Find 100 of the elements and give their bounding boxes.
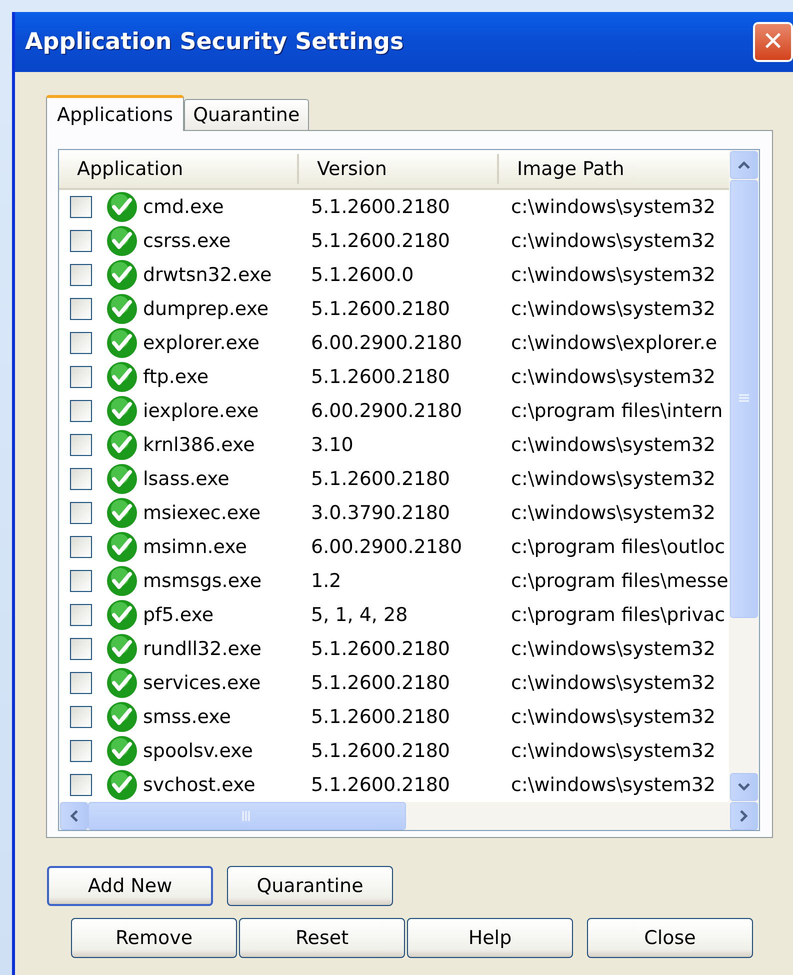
checkbox[interactable] <box>70 332 92 354</box>
checkbox[interactable] <box>70 468 92 490</box>
check-icon <box>106 769 138 801</box>
dialog-button[interactable]: Reset <box>239 918 405 958</box>
scroll-thumb[interactable] <box>730 180 758 618</box>
check-icon <box>106 633 138 665</box>
version-cell-text: 5.1.2600.2180 <box>310 298 452 320</box>
checkbox[interactable] <box>70 774 92 796</box>
version-cell-text: 5.1.2600.2180 <box>310 366 452 388</box>
version-cell-text: 6.00.2900.2180 <box>310 332 464 354</box>
path-cell-text: c:\program files\intern <box>510 400 724 422</box>
application-name: spoolsv.exe <box>143 740 253 762</box>
check-icon <box>106 395 138 427</box>
window-title: Application Security Settings <box>25 29 404 55</box>
check-icon <box>106 429 138 461</box>
column-header[interactable]: Application <box>59 154 299 184</box>
application-name: smss.exe <box>143 706 231 728</box>
tab[interactable]: Applications <box>46 95 184 131</box>
version-cell-text: 3.10 <box>310 434 354 456</box>
version-cell-text: 3.0.3790.2180 <box>310 502 452 524</box>
dialog-button[interactable]: Help <box>407 918 573 958</box>
vertical-scrollbar[interactable] <box>729 150 759 802</box>
scroll-up-icon[interactable] <box>730 151 758 179</box>
check-icon <box>106 293 138 325</box>
application-name: pf5.exe <box>143 604 214 626</box>
horizontal-scrollbar[interactable] <box>59 802 759 830</box>
check-icon <box>106 599 138 631</box>
check-icon <box>106 463 138 495</box>
application-name: cmd.exe <box>143 196 224 218</box>
application-name: csrss.exe <box>143 230 231 252</box>
application-name: lsass.exe <box>143 468 230 490</box>
path-cell-text: c:\windows\system32 <box>510 196 717 218</box>
path-cell-text: c:\windows\system32 <box>510 434 717 456</box>
checkbox[interactable] <box>70 434 92 456</box>
path-cell-text: c:\windows\system32 <box>510 672 717 694</box>
version-cell-text: 5, 1, 4, 28 <box>310 604 409 626</box>
path-cell-text: c:\program files\privac <box>510 604 726 626</box>
tab[interactable]: Quarantine <box>184 99 309 130</box>
check-icon <box>106 259 138 291</box>
check-icon <box>106 361 138 393</box>
check-icon <box>106 225 138 257</box>
application-name: svchost.exe <box>143 774 256 796</box>
path-cell-text: c:\windows\system32 <box>510 502 717 524</box>
scroll-left-icon[interactable] <box>60 802 88 830</box>
checkbox[interactable] <box>70 672 92 694</box>
path-cell-text: c:\windows\system32 <box>510 264 717 286</box>
checkbox[interactable] <box>70 366 92 388</box>
application-name: dumprep.exe <box>143 298 269 320</box>
version-cell-text: 6.00.2900.2180 <box>310 400 464 422</box>
path-cell-text: c:\windows\system32 <box>510 706 717 728</box>
version-cell-text: 5.1.2600.2180 <box>310 638 452 660</box>
path-cell-text: c:\windows\system32 <box>510 366 717 388</box>
application-name: drwtsn32.exe <box>143 264 272 286</box>
path-cell-text: c:\windows\system32 <box>510 638 717 660</box>
checkbox[interactable] <box>70 740 92 762</box>
checkbox[interactable] <box>70 196 92 218</box>
dialog-button[interactable]: Remove <box>71 918 237 958</box>
application-name: msmsgs.exe <box>143 570 262 592</box>
check-icon <box>106 497 138 529</box>
path-cell-text: c:\windows\system32 <box>510 230 717 252</box>
path-cell-text: c:\windows\explorer.e <box>510 332 718 354</box>
path-cell-text: c:\windows\system32 <box>510 774 717 796</box>
scroll-right-icon[interactable] <box>730 802 758 830</box>
application-name: krnl386.exe <box>143 434 255 456</box>
check-icon <box>106 565 138 597</box>
dialog-button[interactable]: Add New <box>47 866 213 906</box>
checkbox[interactable] <box>70 570 92 592</box>
scroll-down-icon[interactable] <box>730 773 758 801</box>
check-icon <box>106 531 138 563</box>
checkbox[interactable] <box>70 604 92 626</box>
column-header[interactable]: Image Path <box>499 154 729 184</box>
version-cell-text: 5.1.2600.2180 <box>310 230 452 252</box>
path-cell-text: c:\program files\outloc <box>510 536 726 558</box>
version-cell-text: 5.1.2600.2180 <box>310 468 452 490</box>
application-name: iexplore.exe <box>143 400 259 422</box>
application-name: explorer.exe <box>143 332 260 354</box>
application-name: rundll32.exe <box>143 638 262 660</box>
version-cell-text: 5.1.2600.2180 <box>310 196 452 218</box>
path-cell-text: c:\windows\system32 <box>510 740 717 762</box>
version-cell-text: 5.1.2600.2180 <box>310 706 452 728</box>
scroll-thumb[interactable] <box>88 802 406 830</box>
checkbox[interactable] <box>70 706 92 728</box>
version-cell-text: 5.1.2600.2180 <box>310 740 452 762</box>
checkbox[interactable] <box>70 400 92 422</box>
dialog-button[interactable]: Close <box>587 918 753 958</box>
application-name: services.exe <box>143 672 261 694</box>
dialog-button[interactable]: Quarantine <box>227 866 393 906</box>
checkbox[interactable] <box>70 536 92 558</box>
application-name: msimn.exe <box>143 536 247 558</box>
checkbox[interactable] <box>70 502 92 524</box>
check-icon <box>106 191 138 223</box>
check-icon <box>106 667 138 699</box>
checkbox[interactable] <box>70 298 92 320</box>
column-header[interactable]: Version <box>299 154 499 184</box>
version-cell-text: 5.1.2600.2180 <box>310 774 452 796</box>
checkbox[interactable] <box>70 264 92 286</box>
application-name: msiexec.exe <box>143 502 261 524</box>
checkbox[interactable] <box>70 230 92 252</box>
version-cell-text: 5.1.2600.2180 <box>310 672 452 694</box>
checkbox[interactable] <box>70 638 92 660</box>
